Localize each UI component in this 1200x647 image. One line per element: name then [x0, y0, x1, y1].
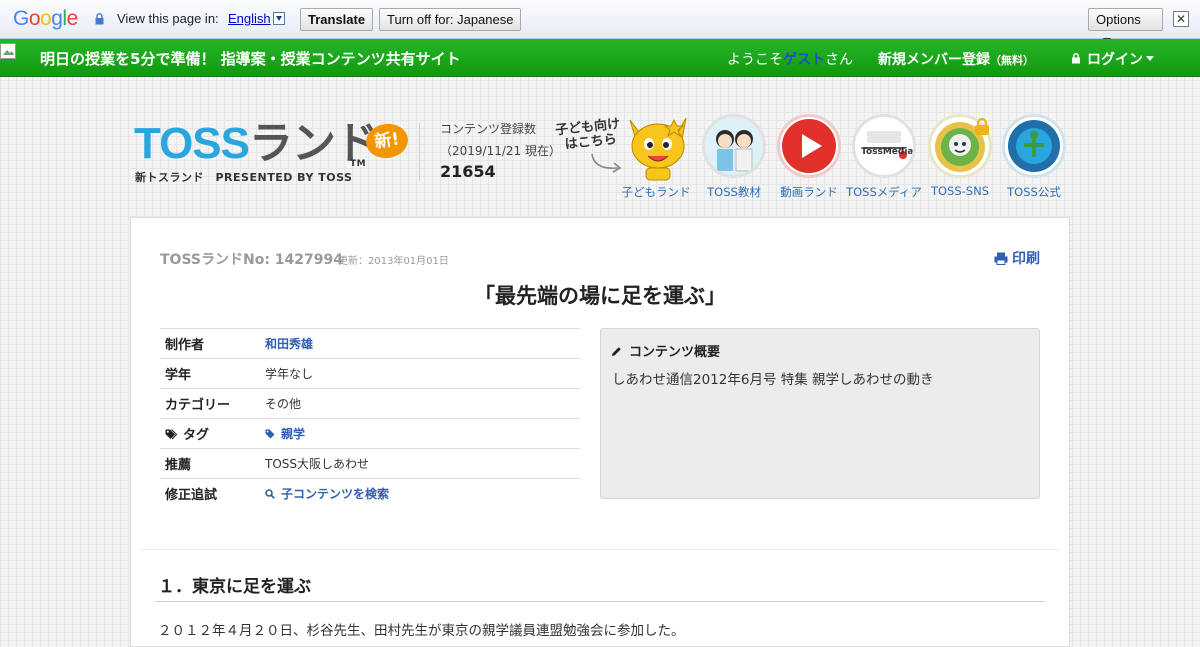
turn-off-button[interactable]: Turn off for: Japanese	[379, 8, 522, 31]
login-menu[interactable]: ログイン	[1071, 49, 1154, 69]
nav-link-kids-land[interactable]: 子どもランド	[622, 114, 691, 206]
translate-bar: Google View this page in: English Transl…	[0, 0, 1200, 44]
login-label: ログイン	[1087, 52, 1143, 68]
summary-text: しあわせ通信2012年6月号 特集 親学しあわせの動き	[612, 372, 934, 388]
nav-link-label: TOSS教材	[707, 185, 761, 199]
translate-button[interactable]: Translate	[300, 8, 374, 31]
content-summary-box: コンテンツ概要 しあわせ通信2012年6月号 特集 親学しあわせの動き	[600, 328, 1040, 499]
kids-note: 子ども向け はこちら	[555, 117, 623, 154]
content-meta-table: 制作者 和田秀雄 学年 学年なし カテゴリー その他 タグ 親学 推薦 TOSS…	[160, 328, 580, 509]
body-paragraph: ２０１２年４月２０日、杉谷先生、田村先生が東京の親学議員連盟勉強会に参加した。	[158, 623, 685, 639]
meta-value: その他	[260, 388, 580, 419]
table-row: カテゴリー その他	[160, 388, 580, 419]
register-free-label: （無料）	[990, 54, 1034, 67]
section-rule	[155, 601, 1045, 602]
media-logo-text: TossMedia	[861, 147, 914, 157]
child-content-search-link[interactable]: 子コンテンツを検索	[281, 487, 389, 501]
welcome-suffix: さん	[825, 52, 853, 68]
broken-image-icon[interactable]	[0, 43, 18, 61]
register-label: 新規メンバー登録	[878, 52, 990, 68]
register-link[interactable]: 新規メンバー登録（無料）	[878, 49, 1034, 69]
site-tagline[interactable]: 明日の授業を5分で準備！ 指導案・授業コンテンツ共有サイト	[40, 48, 461, 69]
table-row: 推薦 TOSS大阪しあわせ	[160, 448, 580, 479]
summary-heading: コンテンツ概要	[611, 341, 720, 360]
logo-subtitle: 新トスランド PRESENTED BY TOSS TM	[135, 159, 366, 185]
table-row: 学年 学年なし	[160, 358, 580, 389]
section-divider	[140, 549, 1060, 550]
nav-link-label: TOSS-SNS	[930, 184, 990, 198]
section-heading: １．東京に足を運ぶ	[158, 577, 311, 597]
language-select[interactable]: English	[228, 11, 271, 26]
search-icon	[265, 489, 275, 500]
meta-value: 学年なし	[260, 358, 580, 389]
nav-link-label: 子どもランド	[621, 185, 691, 199]
official-emblem-icon	[1002, 114, 1066, 178]
page-title: 「最先端の場に足を運ぶ」	[474, 284, 726, 308]
meta-value: 子コンテンツを検索	[260, 478, 580, 509]
meta-value: 和田秀雄	[260, 328, 580, 359]
google-logo: Google	[13, 7, 78, 30]
author-link[interactable]: 和田秀雄	[265, 337, 313, 351]
tag-link[interactable]: 親学	[281, 427, 305, 441]
welcome-text: ようこそゲストさん	[727, 49, 853, 69]
nav-link-video-land[interactable]: 動画ランド	[775, 114, 843, 206]
meta-value: TOSS大阪しあわせ	[260, 448, 580, 479]
logo-tm: TM	[350, 159, 367, 169]
print-label: 印刷	[1012, 251, 1040, 267]
table-row: タグ 親学	[160, 418, 580, 449]
logo-toss-text: TOSS	[134, 119, 250, 168]
materials-icon	[702, 114, 766, 178]
nav-link-toss-official[interactable]: TOSS公式	[1000, 114, 1068, 206]
view-page-label: View this page in:	[117, 11, 219, 26]
pencil-icon	[612, 347, 621, 356]
nav-link-toss-sns[interactable]: TOSS-SNS	[926, 114, 994, 206]
meta-key: 学年	[160, 358, 260, 389]
header-divider	[419, 123, 420, 181]
summary-heading-text: コンテンツ概要	[629, 345, 721, 360]
lock-icon	[95, 13, 104, 25]
guest-name: ゲスト	[783, 52, 825, 68]
nav-link-toss-media[interactable]: TossMedia TOSSメディア	[846, 114, 922, 206]
updated-date: 更新：2013年01月01日	[338, 256, 449, 267]
meta-key: 修正追試	[160, 478, 260, 509]
dropdown-arrow-icon[interactable]	[273, 12, 285, 25]
content-count-value: 21654	[440, 162, 496, 181]
close-icon[interactable]: ✕	[1173, 11, 1189, 27]
tag-label: タグ	[183, 428, 210, 443]
meta-key: タグ	[160, 418, 260, 449]
content-count-date: （2019/11/21 現在）	[440, 144, 561, 158]
nav-link-label: 動画ランド	[780, 185, 838, 199]
options-label: Options	[1096, 12, 1141, 27]
logo-subtitle-text: 新トスランド PRESENTED BY TOSS	[135, 171, 353, 184]
nav-link-label: TOSS公式	[1007, 185, 1061, 199]
login-lock-icon	[1072, 53, 1080, 64]
tags-icon	[165, 429, 177, 440]
content-count-label: コンテンツ登録数	[440, 122, 537, 136]
toss-land-logo[interactable]: TOSSランド 新! 新トスランド PRESENTED BY TOSS TM	[134, 119, 411, 186]
media-icon: TossMedia	[852, 114, 916, 178]
table-row: 修正追試 子コンテンツを検索	[160, 478, 580, 509]
options-button[interactable]: Options	[1088, 8, 1163, 44]
toss-land-number: TOSSランドNo: 1427994	[160, 252, 343, 268]
print-button[interactable]: 印刷	[994, 248, 1040, 268]
tag-icon	[265, 429, 275, 439]
logo-wordmark: TOSSランド	[134, 119, 379, 168]
table-row: 制作者 和田秀雄	[160, 328, 580, 359]
chevron-down-icon	[1146, 56, 1154, 61]
meta-key: 制作者	[160, 328, 260, 359]
meta-key: 推薦	[160, 448, 260, 479]
lock-icon	[975, 118, 989, 135]
curved-arrow-icon	[591, 153, 622, 173]
welcome-prefix: ようこそ	[727, 52, 783, 68]
meta-value: 親学	[260, 418, 580, 449]
meta-key: カテゴリー	[160, 388, 260, 419]
site-navbar: 明日の授業を5分で準備！ 指導案・授業コンテンツ共有サイト ようこそゲストさん …	[0, 39, 1200, 77]
print-icon	[994, 252, 1008, 265]
play-icon	[777, 114, 841, 178]
nav-link-toss-materials[interactable]: TOSS教材	[700, 114, 768, 206]
nav-link-label: TOSSメディア	[846, 185, 922, 199]
